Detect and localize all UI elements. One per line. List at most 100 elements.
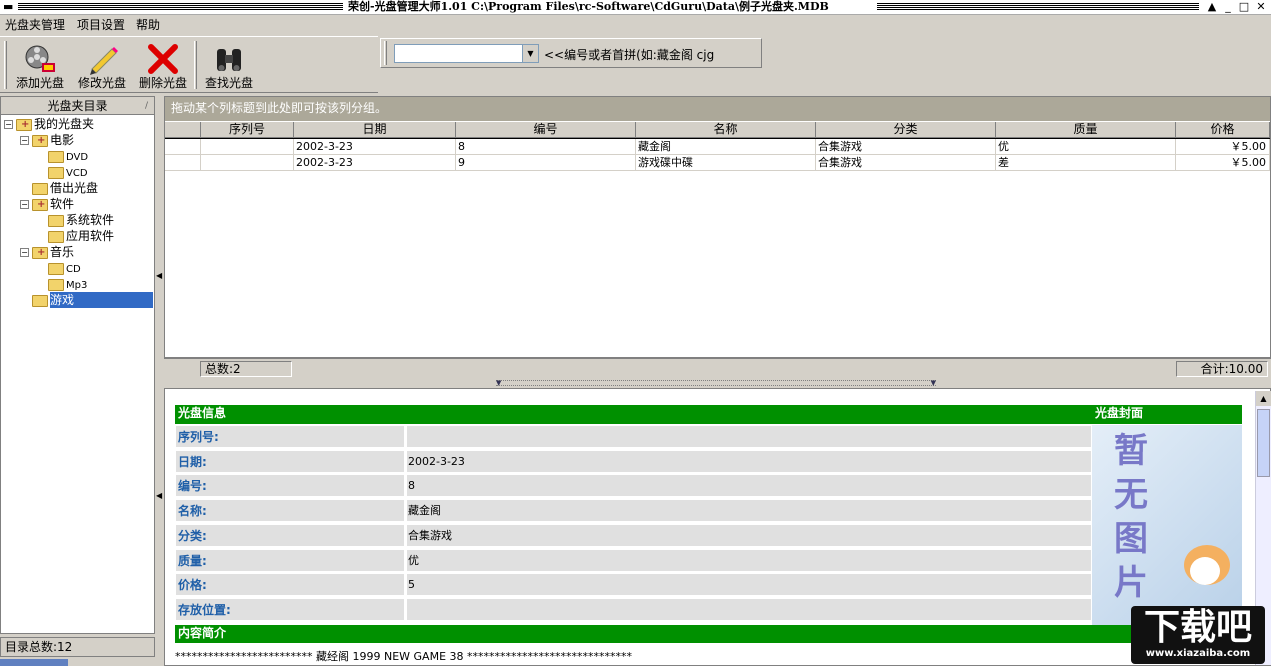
detail-panel: 光盘信息 光盘封面 序列号: 日期: 2002-3-23 编号: 8 名称: 藏… [164, 388, 1271, 666]
tree-node-vcd[interactable]: VCD [48, 164, 88, 180]
delete-disc-button[interactable]: 删除光盘 [132, 37, 194, 92]
description-header: 内容简介 [175, 625, 1242, 643]
watermark-main: 下载吧 [1143, 606, 1252, 648]
column-header-date[interactable]: 日期 [294, 122, 456, 138]
disc-cover-header: 光盘封面 [1092, 405, 1242, 424]
minimize-button[interactable]: _ [1220, 0, 1236, 14]
folder-icon [48, 262, 64, 275]
tree-node-label: 软件 [50, 197, 75, 211]
menu-project-settings[interactable]: 项目设置 [75, 17, 127, 33]
field-value: 5 [406, 573, 1092, 596]
collapse-icon[interactable]: − [20, 248, 29, 257]
folder-icon [48, 278, 64, 291]
tree-header[interactable]: 光盘夹目录 / [1, 97, 154, 115]
group-by-bar[interactable]: 拖动某个列标题到此处即可按该列分组。 [165, 97, 1270, 121]
field-label: 价格: [175, 573, 405, 596]
horizontal-splitter[interactable]: ▼ ▼ [164, 378, 1271, 388]
tree-node-app-software[interactable]: 应用软件 [48, 228, 114, 244]
cover-char: 无 [1114, 475, 1148, 515]
splitter-grab-handle[interactable]: ▼ ▼ [496, 380, 936, 387]
tree-node-games[interactable]: 游戏 [32, 292, 153, 308]
scroll-thumb[interactable] [1257, 409, 1270, 477]
folder-tree: 光盘夹目录 / −我的光盘夹 −电影 DVD VCD 借出光盘 −软件 系统软件… [0, 96, 155, 634]
cell-quality: 差 [996, 155, 1176, 171]
collapse-icon[interactable]: − [4, 120, 13, 129]
tree-node-lent[interactable]: 借出光盘 [32, 180, 98, 196]
field-label: 编号: [175, 474, 405, 497]
vertical-splitter[interactable]: ◀ ◀ [155, 96, 163, 666]
tree-node-label: 借出光盘 [50, 181, 99, 195]
column-header-category[interactable]: 分类 [816, 122, 996, 138]
disc-info-header: 光盘信息 [175, 405, 1092, 424]
window-title: 荣创-光盘管理大师1.01 C:\Program Files\rc-Softwa… [345, 0, 832, 14]
collapse-left-icon[interactable]: ◀ [156, 491, 162, 500]
scroll-up-icon[interactable]: ▲ [1256, 391, 1271, 406]
field-label: 日期: [175, 450, 405, 473]
table-row[interactable]: 2002-3-23 8 藏金阁 合集游戏 优 ￥5.00 [165, 138, 1270, 155]
cell-quality: 优 [996, 139, 1176, 155]
searchbar-grip[interactable] [384, 41, 387, 65]
tree-header-label: 光盘夹目录 [47, 99, 108, 113]
cell-price: ￥5.00 [1176, 139, 1270, 155]
close-button[interactable]: ✕ [1253, 0, 1269, 14]
cell-category: 合集游戏 [816, 139, 996, 155]
sort-icon: / [144, 101, 148, 111]
table-row[interactable]: 2002-3-23 9 游戏碟中碟 合集游戏 差 ￥5.00 [165, 155, 1270, 171]
folder-icon [32, 182, 48, 195]
tree-node-dvd[interactable]: DVD [48, 148, 88, 164]
tree-node-label-selected: 游戏 [50, 292, 153, 308]
menu-help[interactable]: 帮助 [134, 17, 162, 33]
column-header-name[interactable]: 名称 [636, 122, 816, 138]
cell-number: 9 [456, 155, 636, 171]
tree-node-label: CD [66, 264, 81, 275]
disc-grid: 拖动某个列标题到此处即可按该列分组。 序列号 日期 编号 名称 分类 质量 价格… [164, 96, 1271, 358]
cell-number: 8 [456, 139, 636, 155]
find-disc-button[interactable]: 查找光盘 [198, 37, 260, 92]
tree-node-label: DVD [66, 152, 89, 163]
cell-date: 2002-3-23 [294, 139, 456, 155]
total-summary: 合计:10.00 [1176, 361, 1268, 377]
folder-icon [32, 133, 48, 149]
tree-node-cd[interactable]: CD [48, 260, 81, 276]
tree-node-mp3[interactable]: Mp3 [48, 276, 87, 292]
field-value: 藏金阁 [406, 499, 1092, 522]
collapse-left-icon[interactable]: ◀ [156, 271, 162, 280]
system-menu-icon[interactable]: ▬ [3, 0, 13, 13]
title-bar: ▬ 荣创-光盘管理大师1.01 C:\Program Files\rc-Soft… [0, 0, 1271, 15]
collapse-icon[interactable]: − [20, 136, 29, 145]
menu-disc-folder[interactable]: 光盘夹管理 [3, 17, 67, 33]
collapse-icon[interactable]: − [20, 200, 29, 209]
tree-node-label: 我的光盘夹 [34, 117, 95, 131]
chevron-down-icon[interactable]: ▼ [522, 45, 538, 62]
folder-icon [32, 245, 48, 261]
watermark-url: www.xiazaiba.com [1145, 648, 1251, 659]
tree-node-software[interactable]: − 软件 [20, 196, 75, 213]
column-header-number[interactable]: 编号 [456, 122, 636, 138]
toolbar-grip[interactable] [4, 41, 7, 89]
field-value: 8 [406, 474, 1092, 497]
tree-node-movie[interactable]: − 电影 [20, 132, 74, 149]
restore-icon[interactable]: ▲ [1204, 0, 1220, 14]
field-value [406, 598, 1092, 621]
tree-node-music[interactable]: − 音乐 [20, 244, 74, 261]
column-header-serial[interactable]: 序列号 [201, 122, 294, 138]
tree-bottom-tab[interactable] [0, 659, 68, 666]
search-combo[interactable]: ▼ [394, 44, 539, 63]
red-x-icon [148, 44, 178, 74]
add-disc-button[interactable]: 添加光盘 [9, 37, 71, 92]
tree-node-root[interactable]: − 我的光盘夹 [4, 116, 95, 133]
delete-disc-label: 删除光盘 [138, 76, 187, 90]
edit-disc-button[interactable]: 修改光盘 [71, 37, 133, 92]
binoculars-icon [217, 49, 241, 71]
maximize-button[interactable]: □ [1236, 0, 1252, 14]
count-summary: 总数:2 [200, 361, 292, 377]
tree-node-label: 系统软件 [66, 213, 115, 227]
column-header-price[interactable]: 价格 [1176, 122, 1270, 138]
cover-char: 暂 [1114, 431, 1148, 471]
column-header-quality[interactable]: 质量 [996, 122, 1176, 138]
tree-node-label: 应用软件 [66, 229, 115, 243]
description-text: ************************* 藏经阁 1999 NEW G… [175, 650, 633, 663]
tree-node-system-software[interactable]: 系统软件 [48, 212, 114, 228]
folder-icon [48, 166, 64, 179]
field-label: 名称: [175, 499, 405, 522]
